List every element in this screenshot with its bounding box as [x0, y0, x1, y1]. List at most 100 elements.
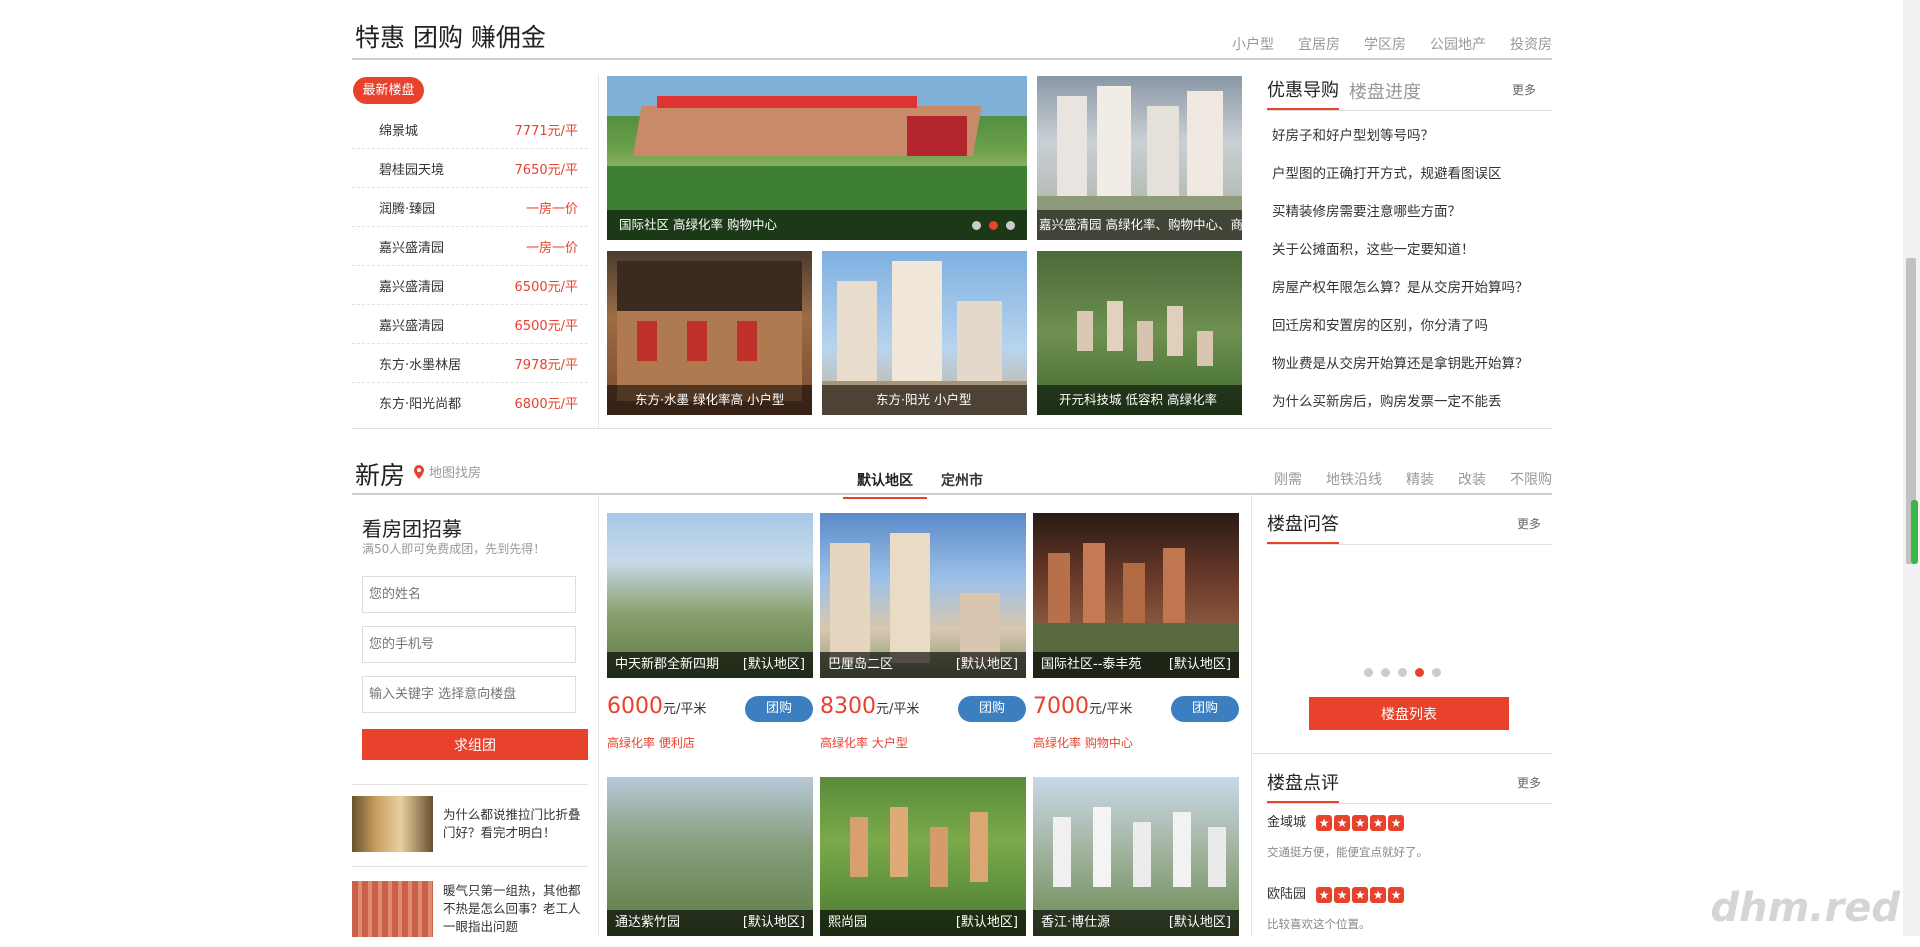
join-group-button[interactable]: 求组团: [362, 729, 588, 760]
carousel-dot[interactable]: [972, 221, 981, 230]
name-input[interactable]: [362, 576, 576, 613]
latest-listings: 绵景城 7771元/平 碧桂园天境 7650元/平 润腾·臻园 一房一价 嘉兴盛清园 一…: [352, 110, 588, 422]
more-link[interactable]: 更多: [1512, 81, 1536, 98]
list-item[interactable]: 嘉兴盛清园 一房一价: [352, 227, 588, 266]
featured-carousel[interactable]: 国际社区 高绿化率 购物中心: [607, 76, 1027, 240]
list-item[interactable]: 嘉兴盛清园 6500元/平: [352, 266, 588, 305]
carousel-dot[interactable]: [1432, 668, 1441, 677]
new-homes-filter-nav: 刚需 地铁沿线 精装 改装 不限购: [1274, 469, 1552, 489]
article-title[interactable]: 暖气只第一组热，其他都不热是怎么回事？老工人一眼指出问题: [443, 882, 588, 936]
scrollbar[interactable]: [1903, 0, 1920, 936]
price-value: 6000: [607, 694, 663, 719]
carousel-dot[interactable]: [1415, 668, 1424, 677]
keyword-input[interactable]: [362, 676, 576, 713]
filter-no-purchase-limit[interactable]: 不限购: [1510, 469, 1552, 489]
listing-name[interactable]: 润腾·臻园: [379, 198, 435, 217]
property-caption: 香江·博仕源 [默认地区]: [1033, 910, 1239, 936]
carousel-dot[interactable]: [989, 221, 998, 230]
news-item[interactable]: 户型图的正确打开方式，规避看图误区: [1272, 162, 1552, 200]
list-item[interactable]: 绵景城 7771元/平: [352, 110, 588, 149]
filter-metro[interactable]: 地铁沿线: [1326, 469, 1382, 489]
filter-small-unit[interactable]: 小户型: [1232, 34, 1274, 54]
property-name: 香江·博仕源: [1041, 915, 1111, 930]
listing-price: 6500元/平: [514, 279, 578, 295]
carousel-dot[interactable]: [1381, 668, 1390, 677]
group-buy-button[interactable]: 团购: [958, 696, 1026, 722]
news-item[interactable]: 物业费是从交房开始算还是拿钥匙开始算？: [1272, 352, 1552, 390]
article-item[interactable]: 暖气只第一组热，其他都不热是怎么回事？老工人一眼指出问题: [352, 870, 588, 947]
qa-title: 楼盘问答: [1267, 510, 1339, 544]
filter-park[interactable]: 公园地产: [1430, 34, 1486, 54]
list-item[interactable]: 润腾·臻园 一房一价: [352, 188, 588, 227]
star-icon: ★: [1370, 814, 1387, 831]
content-wrap: 特惠 团购 赚佣金 小户型 宜居房 学区房 公园地产 投资房 最新楼盘 绵景城 7…: [352, 0, 1552, 937]
filter-furnished[interactable]: 精装: [1406, 469, 1434, 489]
listing-name[interactable]: 嘉兴盛清园: [379, 315, 444, 334]
listing-tile[interactable]: 开元科技城 低容积 高绿化率: [1037, 251, 1242, 415]
list-item[interactable]: 东方·阳光尚都 6800元/平: [352, 383, 588, 422]
listing-name[interactable]: 嘉兴盛清园: [379, 237, 444, 256]
listing-tile[interactable]: 东方·阳光 小户型: [822, 251, 1027, 415]
listing-name[interactable]: 绵景城: [379, 120, 418, 139]
review-title: 楼盘点评: [1267, 769, 1339, 803]
qa-carousel-dots: [1364, 668, 1441, 677]
scroll-indicator: [1911, 500, 1918, 564]
listing-name[interactable]: 东方·阳光尚都: [379, 393, 461, 412]
listing-price: 6500元/平: [514, 318, 578, 334]
filter-investment[interactable]: 投资房: [1510, 34, 1552, 54]
group-buy-button[interactable]: 团购: [1171, 696, 1239, 722]
tab-progress[interactable]: 楼盘进度: [1349, 78, 1421, 110]
tab-discount-guide[interactable]: 优惠导购: [1267, 76, 1339, 110]
carousel-dots: [972, 221, 1015, 230]
property-card[interactable]: 熙尚园 [默认地区]: [820, 777, 1026, 936]
property-image: 熙尚园 [默认地区]: [820, 777, 1026, 936]
qa-more-link[interactable]: 更多: [1517, 515, 1541, 532]
review-text: 比较喜欢这个位置。: [1267, 917, 1371, 931]
review-more-link[interactable]: 更多: [1517, 774, 1541, 791]
property-card[interactable]: 通达紫竹园 [默认地区]: [607, 777, 813, 936]
news-item[interactable]: 关于公摊面积，这些一定要知道！: [1272, 238, 1552, 276]
carousel-dot[interactable]: [1006, 221, 1015, 230]
news-item[interactable]: 买精装修房需要注意哪些方面？: [1272, 200, 1552, 238]
carousel-dot[interactable]: [1364, 668, 1373, 677]
phone-input[interactable]: [362, 626, 576, 663]
listing-price: 7771元/平: [514, 123, 578, 139]
star-icon: ★: [1352, 814, 1369, 831]
guide-tabs: 优惠导购 楼盘进度: [1267, 76, 1552, 111]
listing-name[interactable]: 碧桂园天境: [379, 159, 444, 178]
filter-rigid-demand[interactable]: 刚需: [1274, 469, 1302, 489]
property-caption: 通达紫竹园 [默认地区]: [607, 910, 813, 936]
article-title[interactable]: 为什么都说推拉门比折叠门好？看完才明白！: [443, 806, 588, 842]
article-item[interactable]: 为什么都说推拉门比折叠门好？看完才明白！: [352, 785, 588, 862]
list-item[interactable]: 碧桂园天境 7650元/平: [352, 149, 588, 188]
property-list-button[interactable]: 楼盘列表: [1309, 697, 1509, 730]
property-region: [默认地区]: [1168, 915, 1231, 930]
news-item[interactable]: 回迁房和安置房的区别，你分清了吗: [1272, 314, 1552, 352]
listing-tile[interactable]: 东方·水墨 绿化率高 小户型: [607, 251, 812, 415]
property-card[interactable]: 中天新郡全新四期 [默认地区] 6000元/平米 团购 高绿化率 便利店: [607, 513, 813, 750]
listing-name[interactable]: 嘉兴盛清园: [379, 276, 444, 295]
group-buy-button[interactable]: 团购: [745, 696, 813, 722]
map-search-label: 地图找房: [429, 466, 482, 481]
price-line: 8300元/平米 团购: [820, 694, 1026, 722]
filter-livable[interactable]: 宜居房: [1298, 34, 1340, 54]
price-line: 6000元/平米 团购: [607, 694, 813, 722]
news-item[interactable]: 房屋产权年限怎么算？是从交房开始算吗？: [1272, 276, 1552, 314]
property-card[interactable]: 巴厘岛二区 [默认地区] 8300元/平米 团购 高绿化率 大户型: [820, 513, 1026, 750]
list-item[interactable]: 嘉兴盛清园 6500元/平: [352, 305, 588, 344]
listing-name[interactable]: 东方·水墨林居: [379, 354, 461, 373]
review-property-name[interactable]: 金域城: [1267, 815, 1306, 830]
listing-price: 一房一价: [525, 240, 578, 256]
news-item[interactable]: 好房子和好户型划等号吗？: [1272, 124, 1552, 162]
filter-renovated[interactable]: 改装: [1458, 469, 1486, 489]
review-property-name[interactable]: 欧陆园: [1267, 887, 1306, 902]
listing-tile[interactable]: 嘉兴盛清园 高绿化率、购物中心、商: [1037, 76, 1242, 240]
news-item[interactable]: 为什么买新房后，购房发票一定不能丢: [1272, 390, 1552, 428]
property-card[interactable]: 国际社区--泰丰苑 [默认地区] 7000元/平米 团购 高绿化率 购物中心: [1033, 513, 1239, 750]
property-caption: 熙尚园 [默认地区]: [820, 910, 1026, 936]
map-search-link[interactable]: 地图找房: [412, 462, 481, 481]
filter-school[interactable]: 学区房: [1364, 34, 1406, 54]
list-item[interactable]: 东方·水墨林居 7978元/平: [352, 344, 588, 383]
carousel-dot[interactable]: [1398, 668, 1407, 677]
property-card[interactable]: 香江·博仕源 [默认地区]: [1033, 777, 1239, 936]
